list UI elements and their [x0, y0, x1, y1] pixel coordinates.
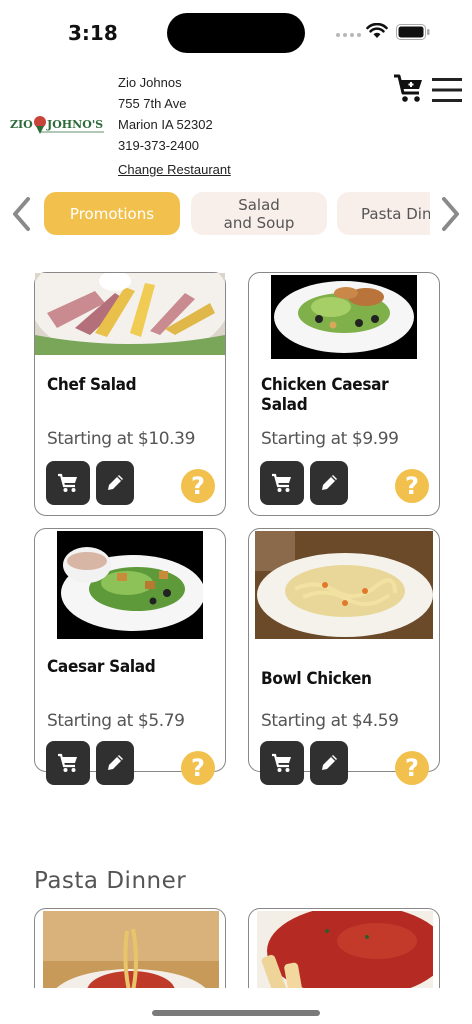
restaurant-logo[interactable]: ZIO JOHNO'S [10, 112, 104, 138]
dynamic-island [167, 13, 305, 53]
customize-button[interactable] [310, 741, 348, 785]
pencil-icon [108, 755, 123, 770]
pencil-icon [322, 755, 337, 770]
status-time: 3:18 [68, 21, 118, 45]
pencil-icon [108, 475, 123, 490]
item-photo [35, 273, 225, 355]
add-to-cart-button[interactable] [260, 741, 304, 785]
menu-item-list[interactable]: Chef Salad Starting at $10.39 ? Chicken … [0, 238, 472, 988]
section-title: Pasta Dinner [34, 868, 187, 894]
item-name: Bowl Chicken [261, 669, 372, 689]
cart-icon[interactable] [393, 73, 425, 103]
customize-button[interactable] [96, 461, 134, 505]
home-indicator[interactable] [152, 1010, 320, 1016]
tab-promotions[interactable]: Promotions [44, 192, 180, 235]
item-price: Starting at $5.79 [47, 711, 185, 731]
item-name: Chicken Caesar Salad [261, 375, 389, 415]
restaurant-address: Zio Johnos 755 7th Ave Marion IA 52302 3… [118, 72, 213, 156]
tab-salad-and-soup[interactable]: Salad and Soup [191, 192, 327, 235]
status-bar: 3:18 [0, 0, 472, 62]
restaurant-city: Marion IA 52302 [118, 117, 213, 132]
svg-text:JOHNO'S: JOHNO'S [46, 118, 103, 131]
item-photo [271, 275, 417, 359]
add-to-cart-button[interactable] [46, 741, 90, 785]
item-photo [255, 531, 433, 639]
menu-item-card[interactable]: Chicken Caesar Salad Starting at $9.99 ? [248, 272, 440, 516]
svg-text:ZIO: ZIO [10, 118, 33, 131]
item-price: Starting at $9.99 [261, 429, 399, 449]
add-to-cart-button[interactable] [260, 461, 304, 505]
menu-item-card[interactable]: Chef Salad Starting at $10.39 ? [34, 272, 226, 516]
question-icon[interactable]: ? [181, 469, 215, 503]
item-price: Starting at $4.59 [261, 711, 399, 731]
chevron-right-icon[interactable] [440, 196, 462, 232]
menu-item-card[interactable]: Bowl Chicken Starting at $4.59 ? [248, 528, 440, 785]
item-photo [257, 911, 433, 988]
item-photo [43, 911, 219, 988]
customize-button[interactable] [96, 741, 134, 785]
tab-pasta-dinner[interactable]: Pasta Dinner [337, 192, 430, 235]
battery-icon [396, 24, 430, 40]
category-tabs: Promotions Salad and Soup Pasta Dinner [44, 192, 430, 236]
cart-icon [58, 753, 77, 772]
cart-icon [272, 473, 291, 492]
restaurant-name: Zio Johnos [118, 75, 182, 90]
menu-item-card[interactable]: Caesar Salad Starting at $5.79 ? [34, 528, 226, 785]
cellular-signal-icon [336, 33, 361, 37]
change-restaurant-link[interactable]: Change Restaurant [118, 162, 231, 177]
menu-item-card[interactable] [248, 908, 440, 988]
question-icon[interactable]: ? [395, 469, 429, 503]
wifi-icon [366, 23, 388, 38]
restaurant-phone[interactable]: 319-373-2400 [118, 135, 213, 156]
item-photo [57, 531, 203, 639]
item-name: Chef Salad [47, 375, 137, 395]
restaurant-street: 755 7th Ave [118, 96, 187, 111]
customize-button[interactable] [310, 461, 348, 505]
cart-icon [272, 753, 291, 772]
chevron-left-icon[interactable] [10, 196, 32, 232]
question-icon[interactable]: ? [395, 751, 429, 785]
menu-item-card[interactable] [34, 908, 226, 988]
item-name: Caesar Salad [47, 657, 156, 677]
add-to-cart-button[interactable] [46, 461, 90, 505]
hamburger-menu-icon[interactable] [432, 77, 462, 103]
question-icon[interactable]: ? [181, 751, 215, 785]
cart-icon [58, 473, 77, 492]
pencil-icon [322, 475, 337, 490]
item-price: Starting at $10.39 [47, 429, 195, 449]
